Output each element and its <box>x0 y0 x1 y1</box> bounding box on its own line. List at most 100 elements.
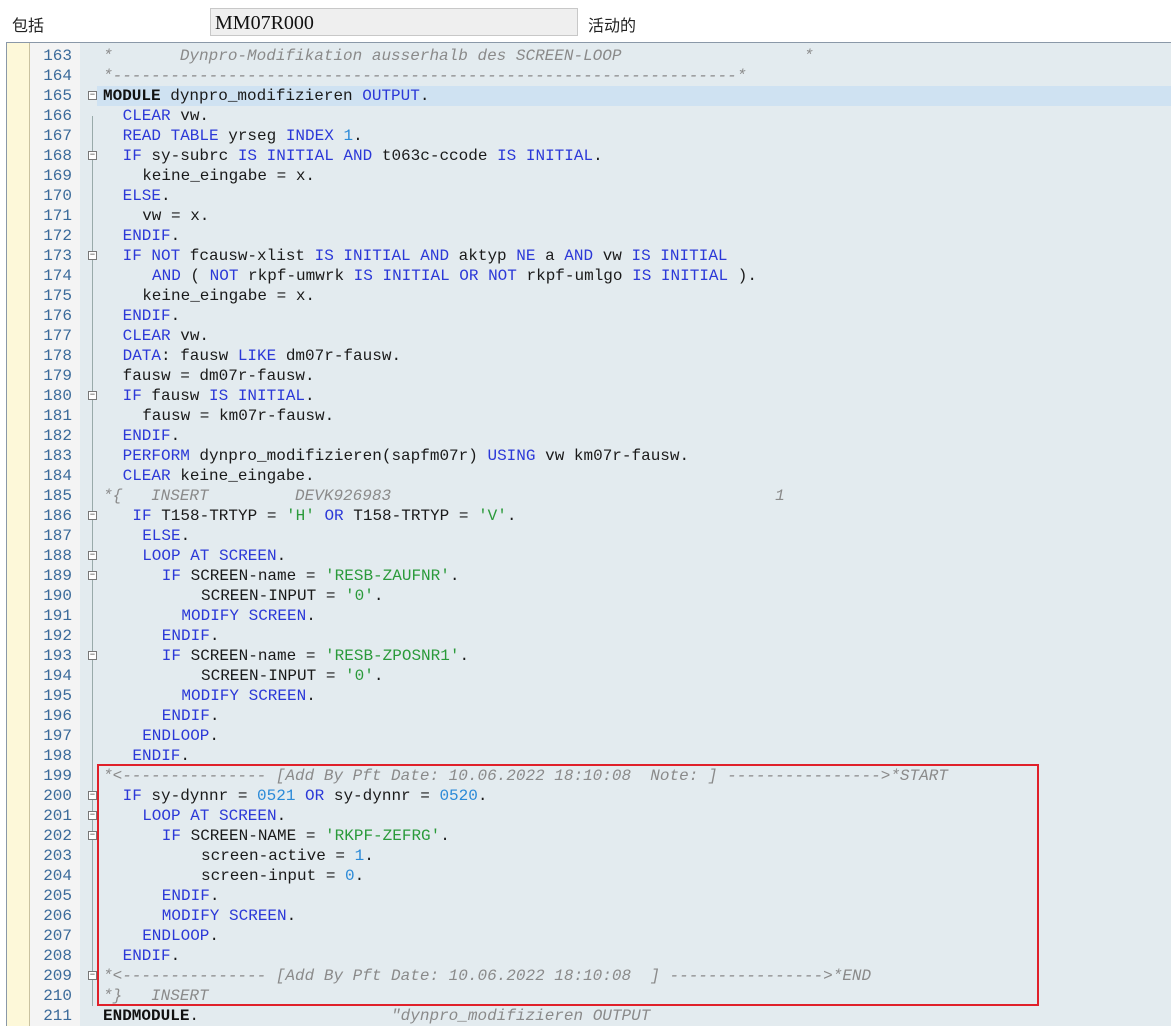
code-line[interactable]: 169 keine_eingabe = x. <box>7 166 1171 186</box>
code-line[interactable]: 198 ENDIF. <box>7 746 1171 766</box>
header-bar: 包括 MM07R000 活动的 <box>0 0 1171 42</box>
code-line[interactable]: 164 *------------------------------------… <box>7 66 1171 86</box>
code-line[interactable]: 188 − LOOP AT SCREEN. <box>7 546 1171 566</box>
code-line[interactable]: 175 keine_eingabe = x. <box>7 286 1171 306</box>
code-text: IF SCREEN-name = 'RESB-ZAUFNR'. <box>162 566 460 586</box>
code-line[interactable]: 181 fausw = km07r-fausw. <box>7 406 1171 426</box>
code-line[interactable]: 195 MODIFY SCREEN. <box>7 686 1171 706</box>
code-line[interactable]: 191 MODIFY SCREEN. <box>7 606 1171 626</box>
code-token: SCREEN-name = <box>181 647 326 665</box>
code-text: LOOP AT SCREEN. <box>142 546 286 566</box>
code-line[interactable]: 187 ELSE. <box>7 526 1171 546</box>
code-token: 'H' <box>286 507 315 525</box>
line-number: 195 <box>43 687 72 705</box>
code-line[interactable]: 173 − IF NOT fcausw-xlist IS INITIAL AND a… <box>7 246 1171 266</box>
code-line[interactable]: 176 ENDIF. <box>7 306 1171 326</box>
code-line[interactable]: 165 − MODULE dynpro_modifizieren OUTPUT. <box>7 86 1171 106</box>
code-line[interactable]: 190 SCREEN-INPUT = '0'. <box>7 586 1171 606</box>
code-token: NOT <box>209 267 239 285</box>
code-token: CLEAR <box>122 107 171 125</box>
fold-toggle-icon[interactable]: − <box>88 91 97 100</box>
code-line[interactable]: 192 ENDIF. <box>7 626 1171 646</box>
fold-toggle-icon[interactable]: − <box>88 651 97 660</box>
code-line[interactable]: 189 − IF SCREEN-name = 'RESB-ZAUFNR'. <box>7 566 1171 586</box>
code-token: OUTPUT <box>362 87 420 105</box>
code-line[interactable]: 180 − IF fausw IS INITIAL. <box>7 386 1171 406</box>
line-number: 166 <box>43 107 72 125</box>
line-number: 204 <box>43 867 72 885</box>
code-editor[interactable]: 163 * Dynpro-Modifikation ausserhalb des … <box>6 42 1171 1026</box>
code-token: IS INITIAL AND <box>237 147 373 165</box>
fold-toggle-icon[interactable]: − <box>88 151 97 160</box>
code-token: keine_eingabe. <box>170 467 315 485</box>
code-token: ENDLOOP <box>142 727 210 745</box>
code-token: . <box>449 567 460 585</box>
code-token: IF <box>122 387 142 405</box>
code-token: dynpro_modifizieren(sapfm07r) <box>189 447 488 465</box>
code-line[interactable]: 168 − IF sy-subrc IS INITIAL AND t063c-cco… <box>7 146 1171 166</box>
program-name-field[interactable]: MM07R000 <box>210 8 578 36</box>
code-line[interactable]: 185 *{ INSERT DEVK926983 1 <box>7 486 1171 506</box>
code-line[interactable]: 197 ENDLOOP. <box>7 726 1171 746</box>
code-line[interactable]: 182 ENDIF. <box>7 426 1171 446</box>
code-text: fausw = km07r-fausw. <box>142 406 334 426</box>
fold-toggle-icon[interactable]: − <box>88 511 97 520</box>
code-token: "dynpro_modifizieren OUTPUT <box>391 1007 651 1025</box>
code-line[interactable]: 167 READ TABLE yrseg INDEX 1. <box>7 126 1171 146</box>
code-line[interactable]: 170 ELSE. <box>7 186 1171 206</box>
fold-toggle-icon[interactable]: − <box>88 831 97 840</box>
code-token: ELSE <box>142 527 181 545</box>
code-line[interactable]: 183 PERFORM dynpro_modifizieren(sapfm07r)… <box>7 446 1171 466</box>
fold-toggle-icon[interactable]: − <box>88 811 97 820</box>
code-token: IF <box>132 507 152 525</box>
code-token: vw km07r-fausw. <box>535 447 690 465</box>
code-token: . <box>419 87 430 105</box>
code-token: . <box>353 127 363 145</box>
fold-toggle-icon[interactable]: − <box>88 551 97 560</box>
fold-toggle-icon[interactable]: − <box>88 251 97 260</box>
code-token: ( <box>180 267 210 285</box>
code-line[interactable]: 196 ENDIF. <box>7 706 1171 726</box>
line-number: 168 <box>43 147 72 165</box>
code-token: fcausw-xlist <box>180 247 315 265</box>
code-line[interactable]: 163 * Dynpro-Modifikation ausserhalb des … <box>7 46 1171 66</box>
code-line[interactable]: 178 DATA: fausw LIKE dm07r-fausw. <box>7 346 1171 366</box>
code-token: . <box>276 547 287 565</box>
fold-toggle-icon[interactable]: − <box>88 391 97 400</box>
code-line[interactable]: 171 vw = x. <box>7 206 1171 226</box>
code-token: . <box>373 667 384 685</box>
code-token: NE <box>516 247 536 265</box>
code-line[interactable]: 166 CLEAR vw. <box>7 106 1171 126</box>
code-text: ENDLOOP. <box>142 726 219 746</box>
line-number: 185 <box>43 487 72 505</box>
code-line[interactable]: 193 − IF SCREEN-name = 'RESB-ZPOSNR1'. <box>7 646 1171 666</box>
code-line[interactable]: 172 ENDIF. <box>7 226 1171 246</box>
code-line[interactable]: 177 CLEAR vw. <box>7 326 1171 346</box>
fold-toggle-icon[interactable]: − <box>88 791 97 800</box>
code-text: SCREEN-INPUT = '0'. <box>201 586 383 606</box>
fold-toggle-icon[interactable]: − <box>88 971 97 980</box>
code-token: IF NOT <box>122 247 181 265</box>
code-token: 'V' <box>478 507 507 525</box>
code-line[interactable]: 174 AND ( NOT rkpf-umwrk IS INITIAL OR NO… <box>7 266 1171 286</box>
code-token: . <box>373 587 384 605</box>
fold-toggle-icon[interactable]: − <box>88 571 97 580</box>
line-number: 201 <box>43 807 72 825</box>
code-token: OR <box>324 507 344 525</box>
code-line[interactable]: 186 − IF T158-TRTYP = 'H' OR T158-TRTYP = … <box>7 506 1171 526</box>
code-token: . <box>180 527 191 545</box>
line-number: 174 <box>43 267 72 285</box>
code-line[interactable]: 194 SCREEN-INPUT = '0'. <box>7 666 1171 686</box>
status-text: 活动的 <box>588 16 637 35</box>
code-line[interactable]: 211 ENDMODULE. "dynpro_modifizieren OUTPU… <box>7 1006 1171 1026</box>
code-token: *{ INSERT DEVK926983 1 <box>103 487 785 505</box>
code-line[interactable]: 179 fausw = dm07r-fausw. <box>7 366 1171 386</box>
code-line[interactable]: 184 CLEAR keine_eingabe. <box>7 466 1171 486</box>
code-token: CLEAR <box>122 467 171 485</box>
line-number: 177 <box>43 327 72 345</box>
code-token: . <box>180 747 191 765</box>
code-token: ENDIF <box>161 707 210 725</box>
code-token: . <box>170 307 181 325</box>
line-number: 203 <box>43 847 72 865</box>
code-token: IS INITIAL <box>631 247 728 265</box>
